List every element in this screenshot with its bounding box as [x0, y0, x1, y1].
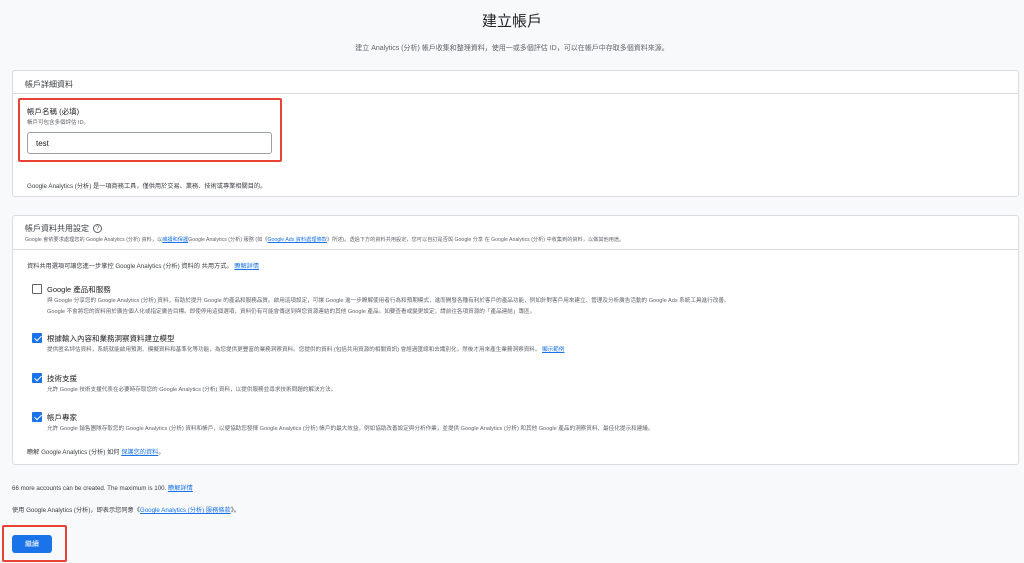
- show-example-link[interactable]: 顯示範例: [542, 347, 564, 353]
- help-icon[interactable]: ?: [93, 224, 102, 233]
- learn-more-link[interactable]: 瞭解詳情: [234, 263, 259, 270]
- data-sharing-header: 帳戶資料共用設定 ?: [25, 223, 102, 234]
- account-details-card: 帳戶詳細資料 帳戶名稱 (必填) 帳戶可包含多個評估 ID。 Google An…: [12, 70, 1019, 197]
- protect-data-link[interactable]: 保護您的資料: [121, 449, 158, 456]
- terms-text: 使用 Google Analytics (分析)，即表示您同意《: [12, 507, 140, 514]
- modeling-checkbox[interactable]: [32, 333, 42, 343]
- tech-support-checkbox[interactable]: [32, 373, 42, 383]
- protect-end: 。: [158, 449, 165, 456]
- option-description: 提供匿名評估資料，系統就能啟用預測、模擬資料和基準化等功能，為您提供更豐富的業務…: [47, 345, 564, 356]
- accounts-remaining-note: 66 more accounts can be created. The max…: [12, 483, 193, 492]
- option-desc-line: 允許 Google 技術支援代表在必要時存取您的 Google Analytic…: [47, 387, 337, 393]
- option-title: 根據輸入內容和業務洞察資料建立模型: [47, 334, 175, 343]
- desc-text-1: Google 會依要求處理您的 Google Analytics (分析) 資料…: [25, 237, 163, 243]
- desc-text-3: 》所述)。透過下方的資料共用設定，您可以自訂是否與 Google 分享 在 Go…: [326, 237, 625, 243]
- account-name-highlight-box: [18, 98, 282, 162]
- page-title: 建立帳戶: [481, 13, 542, 30]
- option-description: 允許 Google 技術支援代表在必要時存取您的 Google Analytic…: [47, 385, 336, 396]
- continue-highlight-box: [2, 525, 67, 562]
- account-usage-note: Google Analytics (分析) 是一項商務工具，僅供用於交易、業務、…: [27, 183, 267, 190]
- protect-data-note: 瞭解 Google Analytics (分析) 如何 保護您的資料。: [27, 447, 165, 456]
- google-products-checkbox[interactable]: [32, 284, 42, 294]
- page-subtitle: 建立 Analytics (分析) 帳戶收集和整理資料，使用一或多個評估 ID，…: [355, 45, 669, 52]
- option-description: 與 Google 分享您的 Google Analytics (分析) 資料，有…: [47, 296, 730, 318]
- data-sharing-card: 帳戶資料共用設定 ? Google 會依要求處理您的 Google Analyt…: [12, 215, 1019, 465]
- option-desc-line: 允許 Google 銷售團隊存取您的 Google Analytics (分析)…: [47, 426, 654, 432]
- option-description: 允許 Google 銷售團隊存取您的 Google Analytics (分析)…: [47, 424, 653, 435]
- option-desc-line: Google 不會將您的資料用於廣告個人化或指定廣告目標。即使停用這個選項，資料…: [47, 309, 536, 315]
- terms-note: 使用 Google Analytics (分析)，即表示您同意《Google A…: [12, 505, 240, 514]
- account-details-header: 帳戶詳細資料: [13, 71, 1018, 94]
- ads-data-terms-link[interactable]: Google Ads 資料處理條款: [267, 237, 326, 243]
- intro-text: 資料共用選項可讓您進一步掌控 Google Analytics (分析) 資料的…: [27, 263, 233, 270]
- divider: [13, 249, 1018, 250]
- option-title: 帳戶專家: [47, 413, 77, 422]
- option-title: Google 產品和服務: [47, 285, 111, 294]
- terms-end: 》。: [230, 507, 240, 514]
- maintain-protect-link[interactable]: 維護和保護: [162, 237, 188, 243]
- option-desc-line: 提供匿名評估資料，系統就能啟用預測、模擬資料和基準化等功能，為您提供更豐富的業務…: [47, 347, 541, 353]
- data-sharing-title: 帳戶資料共用設定: [25, 224, 89, 233]
- accounts-text: 66 more accounts can be created. The max…: [12, 485, 167, 492]
- account-specialists-checkbox[interactable]: [32, 412, 42, 422]
- data-sharing-intro: 資料共用選項可讓您進一步掌控 Google Analytics (分析) 資料的…: [27, 261, 259, 270]
- terms-of-service-link[interactable]: Google Analytics (分析) 服務條款: [140, 507, 231, 514]
- data-sharing-description: Google 會依要求處理您的 Google Analytics (分析) 資料…: [25, 236, 624, 243]
- option-title: 技術支援: [47, 374, 77, 383]
- desc-text-2: Google Analytics (分析) 服務 (如《: [188, 237, 268, 243]
- option-desc-line: 與 Google 分享您的 Google Analytics (分析) 資料，有…: [47, 298, 730, 304]
- accounts-learn-more-link[interactable]: 瞭解詳情: [168, 485, 193, 492]
- protect-text: 瞭解 Google Analytics (分析) 如何: [27, 449, 120, 456]
